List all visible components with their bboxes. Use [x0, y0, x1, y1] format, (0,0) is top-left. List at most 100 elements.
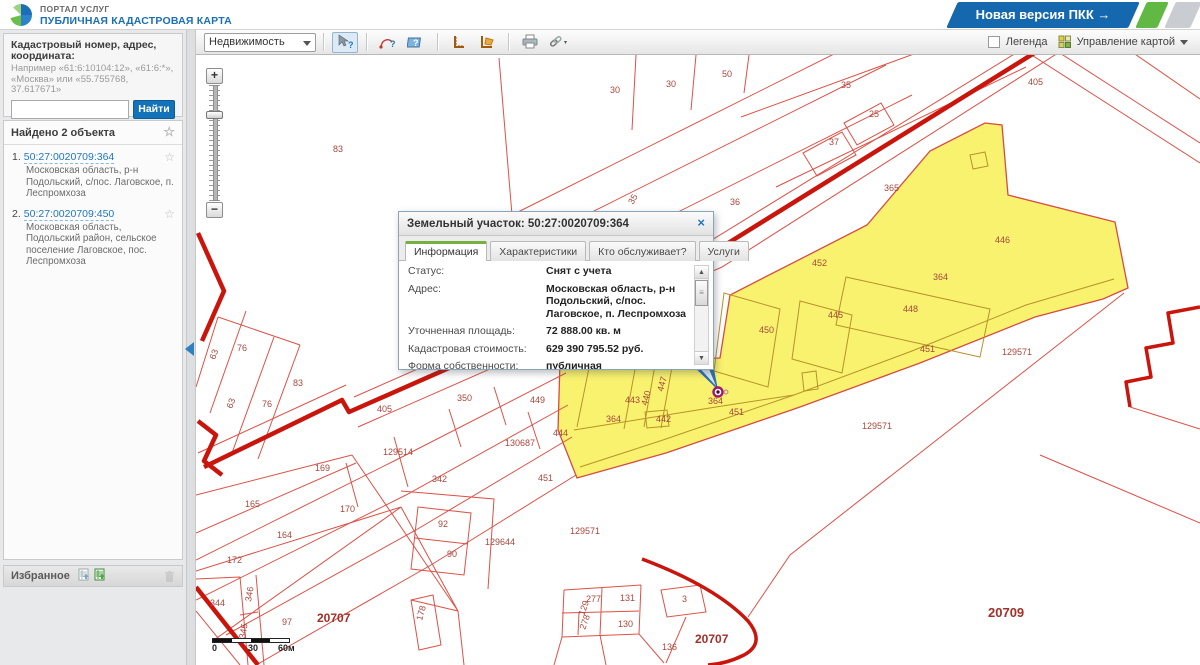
parcel-label: 25 [869, 109, 879, 119]
trash-icon[interactable] [164, 570, 175, 583]
favorite-star-icon[interactable]: ☆ [164, 207, 175, 221]
sidebar-collapse-button[interactable] [185, 342, 194, 356]
zoom-in-button[interactable]: + [206, 68, 223, 84]
zoom-slider-thumb[interactable] [206, 111, 223, 119]
parcel-label: 365 [884, 183, 899, 193]
popup-body: Статус:Снят с учетаАдрес:Московская обла… [399, 261, 713, 369]
search-button[interactable]: Найти [133, 100, 175, 119]
parcel-label: 451 [538, 473, 553, 483]
scroll-up-icon[interactable]: ▲ [695, 266, 708, 279]
identify-by-route-button[interactable]: ? [375, 32, 401, 53]
parcel-label: 90 [447, 549, 457, 559]
banner-gray-stripe [1164, 2, 1200, 28]
info-value: публичная [546, 360, 602, 369]
parcel-label: 35 [841, 80, 851, 90]
scroll-thumb[interactable] [695, 280, 708, 306]
popup-scrollbar[interactable]: ▲ ▼ [694, 265, 709, 365]
export-excel-icon[interactable] [78, 568, 91, 581]
map-toolbar: Недвижимость ? ? ? [196, 30, 1200, 55]
print-button[interactable] [517, 32, 543, 53]
parcel-label: 164 [277, 530, 292, 540]
info-label: Уточненная площадь: [408, 325, 546, 338]
search-hint: Например «61:6:10104:12», «61:6:*», «Мос… [11, 64, 175, 96]
parcel-label: 30 [666, 79, 676, 89]
search-result-item[interactable]: 2.50:27:0020709:450 ☆Московская область, … [4, 202, 182, 268]
info-value: 72 888.00 кв. м [546, 325, 621, 338]
info-label: Форма собственности: [408, 360, 546, 369]
parcel-label: 20709 [988, 605, 1024, 620]
info-label: Статус: [408, 265, 546, 278]
object-question-icon: ? [407, 34, 425, 50]
ruler-length-icon [450, 34, 468, 50]
pkk-app: ПОРТАЛ УСЛУГ ПУБЛИЧНАЯ КАДАСТРОВАЯ КАРТА… [0, 0, 1200, 665]
parcel-label: 76 [262, 399, 272, 409]
parcel-label: 342 [432, 474, 447, 484]
parcel-label: 63 [207, 348, 220, 361]
parcel-label: 450 [759, 325, 774, 335]
ruler-area-icon [478, 34, 496, 50]
scale-end: 60м [278, 643, 295, 653]
popup-close-icon[interactable]: × [697, 212, 705, 234]
parcel-label: 452 [812, 258, 827, 268]
parcel-label: 444 [553, 428, 568, 438]
scroll-down-icon[interactable]: ▼ [695, 351, 708, 364]
measure-area-button[interactable] [474, 32, 500, 53]
parcel-label: 50 [722, 69, 732, 79]
parcel-label: 443 [625, 395, 640, 405]
link-icon [547, 34, 569, 50]
result-number: 2. [12, 208, 21, 220]
favorite-star-icon[interactable]: ☆ [164, 150, 175, 164]
search-result-item[interactable]: 1.50:27:0020709:364☆Московская область, … [4, 145, 182, 200]
parcel-label: 364 [933, 272, 948, 282]
cursor-question-icon: ? [336, 34, 354, 50]
parcel-label: 451 [920, 344, 935, 354]
parcel-info-popup: × Земельный участок: 50:27:0020709:364 И… [398, 211, 714, 370]
info-value: 629 390 795.52 руб. [546, 343, 643, 356]
search-input[interactable] [11, 100, 129, 119]
legend-checkbox[interactable] [988, 36, 1000, 48]
export-excel-green-icon[interactable] [94, 568, 107, 581]
parcel-label: 36 [730, 197, 740, 207]
search-panel: Кадастровый номер, адрес, координата: На… [3, 33, 183, 117]
measure-length-button[interactable] [446, 32, 472, 53]
parcel-label: 405 [1028, 77, 1043, 87]
info-value: Московская область, р-н Подольский, с/по… [546, 283, 689, 321]
popup-info-row: Адрес:Московская область, р-н Подольский… [408, 283, 689, 321]
parcel-label: 169 [315, 463, 330, 473]
map-control-button[interactable]: Управление картой [1054, 33, 1192, 51]
popup-tab[interactable]: Кто обслуживает? [589, 241, 695, 261]
parcel-label: 405 [377, 404, 392, 414]
layer-select[interactable]: Недвижимость [204, 33, 316, 52]
zoom-out-button[interactable]: − [206, 202, 223, 218]
map-canvas[interactable]: 3030503525374053635869833654464523644484… [196, 55, 1200, 665]
popup-info-row: Кадастровая стоимость:629 390 795.52 руб… [408, 343, 689, 356]
popup-info-row: Уточненная площадь:72 888.00 кв. м [408, 325, 689, 338]
rosreestr-logo-icon [9, 3, 33, 27]
new-version-button[interactable]: Новая версия ПКК → [946, 2, 1140, 28]
parcel-label: 136 [662, 642, 677, 652]
parcel-label: 20707 [695, 632, 729, 646]
parcel-label: 449 [530, 395, 545, 405]
results-star-icon[interactable]: ☆ [163, 121, 175, 143]
parcel-label: 92 [438, 519, 448, 529]
cadastral-number-link[interactable]: 50:27:0020709:364 [24, 151, 115, 164]
popup-tab[interactable]: Услуги [699, 241, 749, 261]
parcel-label: 37 [829, 137, 839, 147]
favorites-bar[interactable]: Избранное [3, 565, 183, 587]
popup-tab[interactable]: Характеристики [490, 241, 586, 261]
identify-tool-button[interactable]: ? [332, 32, 358, 53]
zoom-track[interactable] [206, 85, 223, 201]
popup-header[interactable]: × Земельный участок: 50:27:0020709:364 [399, 212, 713, 236]
cadastral-number-link[interactable]: 50:27:0020709:450 [24, 208, 115, 221]
result-address: Московская область, Подольский район, се… [26, 222, 176, 268]
parcel-label: 3 [682, 594, 687, 604]
identify-object-button[interactable]: ? [403, 32, 429, 53]
parcel-label: 346 [243, 586, 255, 603]
share-link-button[interactable] [545, 32, 571, 53]
parcel-label: 445 [828, 310, 843, 320]
parcel-label: 448 [903, 304, 918, 314]
zoom-control: + − [206, 68, 224, 218]
parcel-label: 170 [340, 504, 355, 514]
popup-tab[interactable]: Информация [405, 241, 487, 261]
new-version-banner[interactable]: Новая версия ПКК → [952, 2, 1196, 28]
